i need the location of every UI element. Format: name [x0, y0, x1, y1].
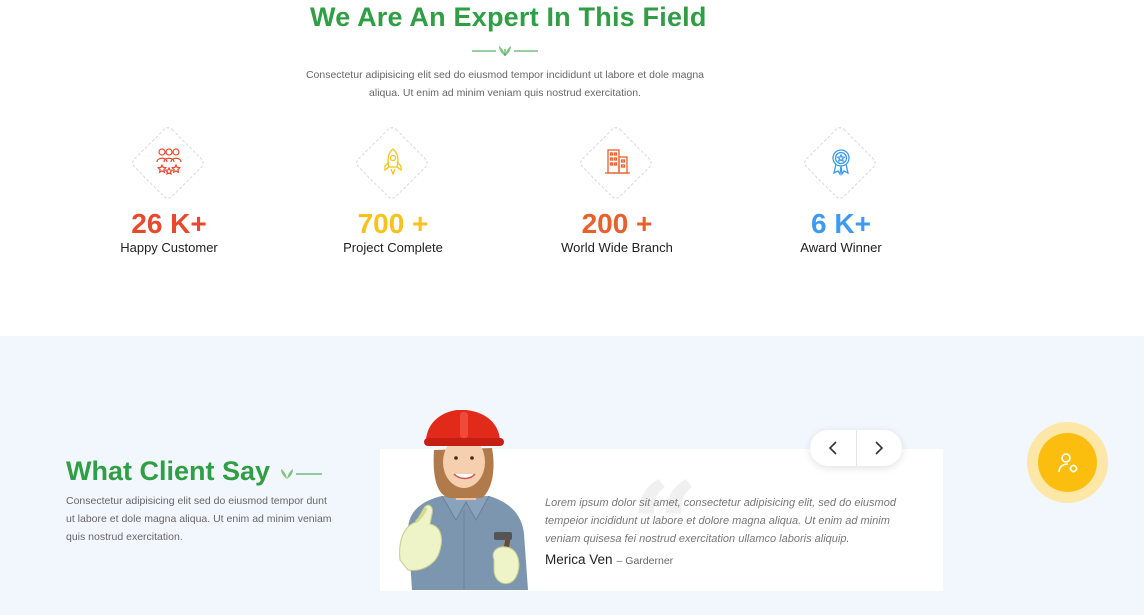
testimonial-section: What Client Say Consectetur adipisicing … — [0, 336, 1144, 615]
user-settings-icon — [1057, 452, 1077, 472]
expert-section: We Are An Expert In This Field Consectet… — [0, 0, 1144, 336]
stat-label: Project Complete — [343, 240, 443, 255]
chevron-left-icon — [828, 441, 837, 455]
stat-value: 26 K+ — [131, 208, 207, 239]
building-icon — [605, 149, 630, 174]
stat-award-winner: 6 K+ Award Winner — [729, 124, 953, 256]
stat-label: World Wide Branch — [561, 240, 673, 255]
stat-value: 700 + — [357, 208, 429, 239]
client-photo — [399, 410, 528, 590]
testimonial-text: Lorem ipsum dolor sit amet, consectetur … — [545, 497, 896, 545]
leaf-divider-icon — [472, 46, 538, 56]
stat-project-complete: 700 + Project Complete — [281, 124, 505, 256]
stat-label: Happy Customer — [120, 240, 218, 255]
award-icon — [832, 149, 850, 176]
team-icon — [156, 148, 182, 176]
expert-description: Consectetur adipisicing elit sed do eius… — [305, 69, 705, 99]
client-description: Consectetur adipisicing elit sed do eius… — [66, 495, 332, 543]
stat-label: Award Winner — [800, 240, 882, 255]
chevron-right-icon — [875, 441, 884, 455]
stat-value: 200 + — [581, 208, 653, 239]
leaf-divider-icon — [281, 469, 322, 479]
rocket-icon — [384, 148, 402, 176]
stat-value: 6 K+ — [811, 208, 871, 239]
page: We Are An Expert In This Field Consectet… — [0, 0, 1144, 615]
expert-title: We Are An Expert In This Field — [310, 2, 707, 32]
prev-button[interactable] — [810, 430, 856, 466]
carousel-nav — [810, 430, 902, 466]
user-settings-button[interactable] — [1038, 433, 1097, 492]
testimonial-author: Merica Ven – Garderner — [545, 552, 673, 567]
next-button[interactable] — [856, 430, 902, 466]
stat-happy-customer: 26 K+ Happy Customer — [57, 124, 281, 256]
author-name: Merica Ven — [545, 552, 613, 567]
client-title: What Client Say — [66, 456, 271, 486]
stat-world-wide-branch: 200 + World Wide Branch — [505, 124, 729, 256]
author-role: – Garderner — [616, 555, 674, 567]
